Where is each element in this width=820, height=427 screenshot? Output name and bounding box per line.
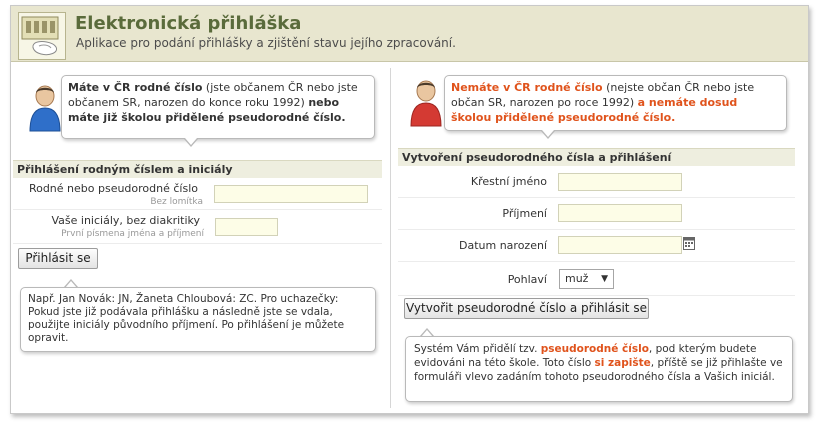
application-window: Elektronická přihláška Aplikace pro podá… — [10, 5, 809, 414]
hint-initials: První písmena jména a příjmení — [61, 229, 204, 239]
page-title: Elektronická přihláška — [75, 13, 302, 34]
page-subtitle: Aplikace pro podání přihlášky a zjištění… — [76, 36, 456, 50]
login-button[interactable]: Přihlásit se — [18, 248, 98, 269]
label-birth-number: Rodné nebo pseudorodné číslo — [28, 182, 198, 195]
note-text-1: Systém Vám přidělí tzv. — [414, 343, 541, 355]
first-name-input[interactable] — [558, 173, 682, 191]
row-first-name: Křestní jméno — [398, 166, 795, 198]
note-box-right: Systém Vám přidělí tzv. pseudorodné čísl… — [405, 336, 793, 402]
last-name-input[interactable] — [558, 204, 682, 222]
hint-birth-number: Bez lomítka — [150, 197, 203, 207]
create-and-login-button[interactable]: Vytvořit pseudorodné číslo a přihlásit s… — [404, 298, 649, 319]
row-birth-date: Datum narození — [398, 230, 795, 262]
user-red-icon — [408, 78, 444, 128]
label-first-name: Křestní jméno — [470, 175, 547, 188]
gender-select-value: muž — [565, 272, 589, 285]
bubble-tail-left — [184, 138, 198, 147]
note-highlight-1: pseudorodné číslo — [540, 343, 649, 355]
bubble-strong-1-right: Nemáte v ČR rodné číslo — [451, 81, 603, 94]
row-birth-number: Rodné nebo pseudorodné číslo Bez lomítka — [13, 178, 382, 210]
row-initials: Vaše iniciály, bez diakritiky První písm… — [13, 210, 382, 244]
info-bubble-right: Nemáte v ČR rodné číslo (nejste občan ČR… — [444, 75, 787, 131]
user-blue-icon — [27, 83, 63, 133]
page-header: Elektronická přihláška Aplikace pro podá… — [11, 6, 808, 62]
info-bubble-left: Máte v ČR rodné číslo (jste občanem ČR n… — [61, 75, 375, 139]
birth-number-input[interactable] — [214, 185, 368, 203]
row-last-name: Příjmení — [398, 198, 795, 230]
note-highlight-2: si zapište — [594, 357, 651, 369]
note-box-left: Např. Jan Novák: JN, Žaneta Chloubová: Z… — [20, 287, 376, 352]
section-title-login: Přihlášení rodným číslem a iniciály — [13, 160, 382, 178]
computer-logo-icon — [18, 12, 66, 60]
birth-date-input[interactable] — [558, 236, 682, 254]
chevron-down-icon: ▼ — [601, 274, 608, 284]
section-title-create: Vytvoření pseudorodného čísla a přihláše… — [398, 148, 795, 166]
note-tail-right — [420, 328, 434, 336]
label-last-name: Příjmení — [502, 207, 547, 220]
column-divider — [390, 68, 391, 408]
initials-input[interactable] — [215, 218, 278, 236]
gender-select[interactable]: muž ▼ — [559, 269, 614, 289]
bubble-strong-1: Máte v ČR rodné číslo — [68, 81, 203, 94]
bubble-tail-right — [541, 130, 555, 139]
label-gender: Pohlaví — [507, 273, 547, 286]
row-gender: Pohlaví muž ▼ — [398, 262, 795, 296]
calendar-icon[interactable] — [683, 236, 695, 250]
label-initials: Vaše iniciály, bez diakritiky — [51, 214, 201, 227]
label-birth-date: Datum narození — [459, 239, 547, 252]
note-tail-left — [64, 279, 78, 287]
